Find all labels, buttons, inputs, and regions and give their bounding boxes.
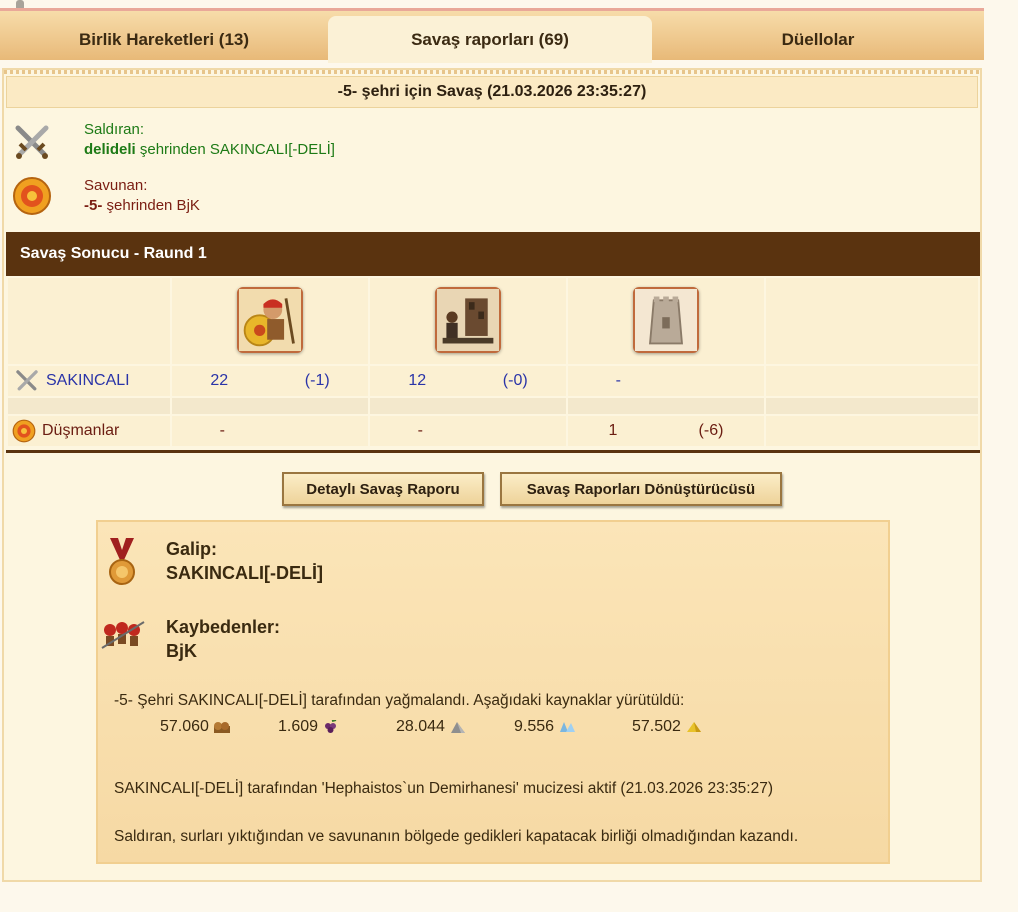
round-header: Savaş Sonucu - Raund 1 [6, 232, 980, 276]
tab-battle-reports[interactable]: Savaş raporları (69) [328, 16, 652, 63]
sulfur-icon [686, 722, 701, 732]
crystal-icon [560, 722, 576, 732]
report-converter-button[interactable]: Savaş Raporları Dönüştürücüsü [500, 472, 782, 506]
tab-bar: Birlik Hareketleri (13) Savaş raporları … [0, 8, 984, 63]
plundered-resources: 57.060 1.609 28.044 9.556 57.502 [160, 718, 750, 736]
battle-report-screen: Birlik Hareketleri (13) Savaş raporları … [0, 0, 1018, 912]
report-panel: -5- şehri için Savaş (21.03.2026 23:35:2… [2, 68, 982, 882]
city-wall-icon[interactable] [633, 286, 699, 353]
defender-player: şehrinden BjK [102, 197, 200, 214]
defender-label: Savunan: [84, 177, 148, 194]
unit-count-cell: - [172, 416, 368, 446]
wonder-text: SAKINCALI[-DELİ] tarafından 'Hephaistos`… [114, 780, 773, 797]
empty-cell [8, 278, 170, 364]
empty-cell [766, 366, 978, 396]
attacker-info: Saldıran: delideli şehrinden SAKINCALI[-… [84, 120, 335, 160]
detailed-report-button[interactable]: Detaylı Savaş Raporu [282, 472, 484, 506]
attacker-player: şehrinden SAKINCALI[-DELİ] [135, 141, 335, 158]
unit-loss: (-1) [304, 372, 330, 389]
resource-amount: 57.060 [160, 718, 209, 735]
losers-label: Kaybedenler: [166, 617, 281, 637]
empty-cell [766, 416, 978, 446]
defender-row-label: Düşmanlar [42, 422, 120, 439]
marble-icon [450, 722, 465, 733]
row-spacer [8, 398, 978, 414]
resource-crystal: 9.556 [514, 718, 632, 736]
unit-count-cell: 22 (-1) [172, 366, 368, 396]
resource-marble: 28.044 [396, 718, 514, 736]
crossed-swords-icon [16, 370, 38, 391]
resource-sulfur: 57.502 [632, 718, 750, 736]
defeated-soldiers-icon [101, 621, 145, 649]
unit-count: 22 [210, 372, 229, 389]
attacker-row-label: SAKINCALI [46, 372, 130, 389]
unit-loss: (-6) [698, 422, 724, 439]
winner-name: SAKINCALI[-DELİ] [166, 563, 323, 583]
resource-amount: 9.556 [514, 718, 555, 735]
wine-icon [325, 720, 337, 733]
shield-icon [13, 177, 51, 215]
table-divider [6, 450, 980, 453]
attacker-city-link[interactable]: delideli [84, 141, 136, 158]
unit-count: - [417, 422, 423, 439]
hoplite-unit-icon[interactable] [237, 286, 303, 353]
battle-result-box: Galip: SAKINCALI[-DELİ] Kaybedenler: BjK… [96, 520, 890, 864]
unit-count: - [219, 422, 225, 439]
row-player-cell: Düşmanlar [8, 416, 170, 446]
losers-name: BjK [166, 641, 197, 661]
plunder-text: -5- Şehri SAKINCALI[-DELİ] tarafından ya… [114, 692, 685, 709]
catapult-unit-icon[interactable] [435, 286, 501, 353]
unit-count-cell: - [370, 416, 566, 446]
unit-column-3 [568, 278, 764, 364]
resource-amount: 1.609 [278, 718, 319, 735]
unit-column-1 [172, 278, 368, 364]
units-table: SAKINCALI 22 (-1) 12 (-0) - Düşmanlar - … [6, 276, 980, 448]
crossed-swords-icon [15, 125, 49, 159]
unit-count-cell: 1 (-6) [568, 416, 764, 446]
wood-icon [213, 722, 230, 733]
defender-city-link[interactable]: -5- [84, 197, 102, 214]
defender-info: Savunan: -5- şehrinden BjK [84, 176, 200, 216]
resource-wine: 1.609 [278, 718, 396, 736]
decor-strip [4, 70, 980, 74]
report-title: -5- şehri için Savaş (21.03.2026 23:35:2… [6, 76, 978, 108]
resource-wood: 57.060 [160, 718, 278, 736]
empty-cell [766, 278, 978, 364]
resource-amount: 57.502 [632, 718, 681, 735]
unit-count-cell: 12 (-0) [370, 366, 566, 396]
attacker-label: Saldıran: [84, 121, 145, 138]
row-player-cell: SAKINCALI [8, 366, 170, 396]
shield-icon [12, 419, 36, 443]
unit-count: 12 [408, 372, 427, 389]
winner-label: Galip: [166, 539, 218, 559]
unit-count: 1 [608, 422, 618, 439]
unit-icons-row [8, 278, 978, 364]
unit-count-cell: - [568, 366, 764, 396]
tab-unit-movements[interactable]: Birlik Hareketleri (13) [0, 16, 328, 63]
table-row: SAKINCALI 22 (-1) 12 (-0) - [8, 366, 978, 396]
unit-loss: (-0) [502, 372, 528, 389]
victory-reason-text: Saldıran, surları yıktığından ve savunan… [114, 828, 799, 845]
table-row: Düşmanlar - - 1 (-6) [8, 416, 978, 446]
unit-column-2 [370, 278, 566, 364]
tab-duels[interactable]: Düellolar [652, 16, 984, 63]
medal-icon [109, 538, 135, 585]
unit-count: - [615, 372, 621, 389]
resource-amount: 28.044 [396, 718, 445, 735]
